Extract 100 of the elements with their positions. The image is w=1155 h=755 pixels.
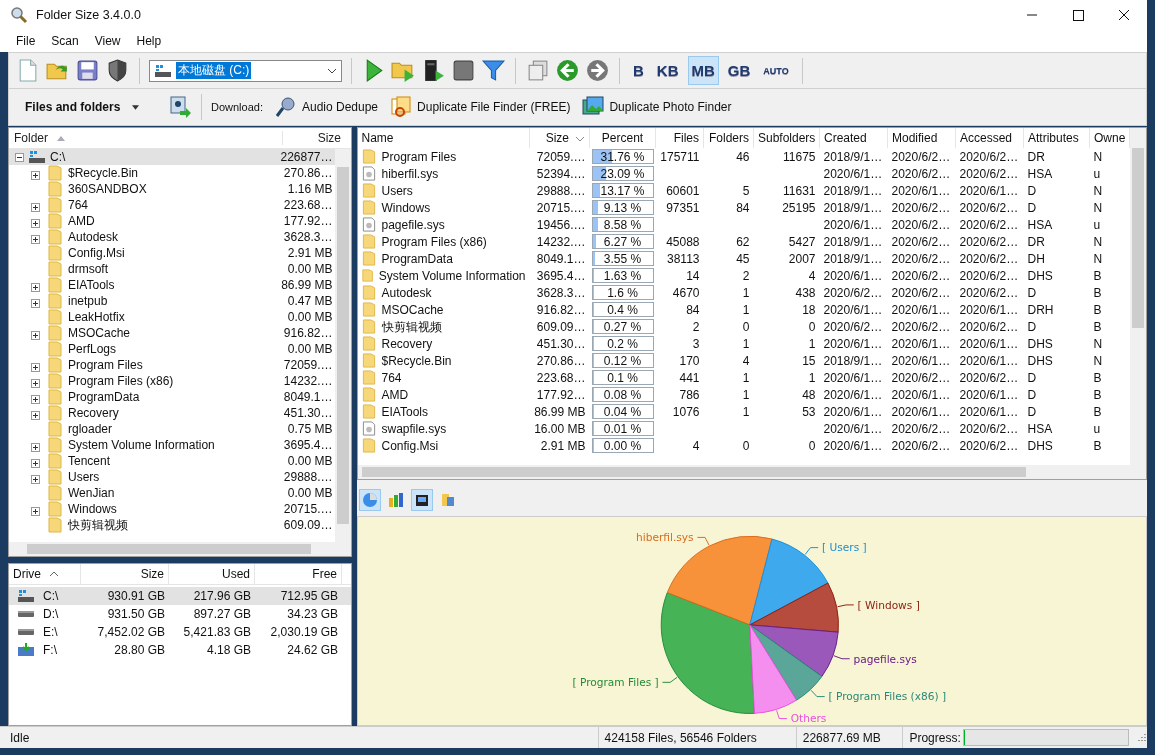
unit-button[interactable]: KB [652,56,683,85]
table-cell-text: 2020/6/2… [890,284,952,301]
table-cell-text: 24.62 GB [286,643,339,657]
column-header[interactable]: Drive [9,564,81,584]
column-header[interactable]: Created [819,128,888,148]
menu-item[interactable]: View [86,34,129,48]
expand-icon[interactable] [31,506,40,516]
stop-icon[interactable] [451,58,476,83]
expand-icon[interactable] [31,298,40,308]
tree-row[interactable]: inetpub 0.47 MB [9,293,335,309]
unit-button[interactable]: B [629,56,648,85]
unit-button[interactable]: MB [687,56,719,85]
collapse-icon[interactable] [15,152,24,162]
drive-row[interactable]: C:\ 930.91 GB 217.96 GB 712.95 GB [9,587,351,605]
tree-row[interactable]: Program Files 72059.… [9,357,335,373]
drive-icon [17,589,35,603]
vertical-scrollbar[interactable] [334,149,351,542]
column-header[interactable]: Files [655,128,704,148]
column-header[interactable]: Modified [887,128,956,148]
filter-icon[interactable] [481,58,506,83]
save-icon[interactable] [75,58,100,83]
table-cell-text: 2020/6/1… [822,403,884,420]
tree-row[interactable]: MSOCache 916.82… [9,325,335,341]
chart-view-button[interactable] [410,489,433,511]
column-header[interactable]: Folders [703,128,754,148]
tree-row[interactable]: LeakHotfix 0.00 MB [9,309,335,325]
tree-row[interactable]: Autodesk 3628.3… [9,229,335,245]
column-header[interactable]: Folder [9,131,283,145]
column-header[interactable]: Name [357,128,530,148]
expand-icon[interactable] [31,458,40,468]
expand-icon[interactable] [31,378,40,388]
column-header[interactable]: Attributes [1023,128,1090,148]
expand-icon[interactable] [31,218,40,228]
resize-grip-icon[interactable] [1135,731,1147,744]
download-link[interactable]: Audio Dedupe [274,95,385,119]
tree-row[interactable]: 360SANDBOX 1.16 MB [9,181,335,197]
column-header[interactable]: Size [529,128,590,148]
forward-icon[interactable] [585,58,610,83]
table-cell-text: 2.91 MB [539,437,587,454]
column-header[interactable]: Size [81,564,169,584]
vertical-scrollbar[interactable] [1130,128,1146,465]
expand-icon[interactable] [31,394,40,404]
menu-item[interactable]: File [8,34,44,48]
tree-row[interactable]: System Volume Information 3695.4… [9,437,335,453]
expand-icon[interactable] [31,330,40,340]
drive-row[interactable]: F:\ 28.80 GB 4.18 GB 24.62 GB [9,641,351,659]
table-cell-text: D [1026,182,1038,199]
table-cell: 2020/6/2… [955,148,1024,165]
download-link[interactable]: Duplicate File Finder (FREE) [389,95,577,119]
tree-row[interactable]: EIATools 86.99 MB [9,277,335,293]
column-header[interactable]: Owne [1089,128,1130,148]
tree-row[interactable]: Program Files (x86) 14232.… [9,373,335,389]
tree-row[interactable]: $Recycle.Bin 270.86… [9,165,335,181]
menu-item[interactable]: Help [128,34,170,48]
tree-row[interactable]: drmsoft 0.00 MB [9,261,335,277]
tree-row[interactable]: Recovery 451.30… [9,405,335,421]
column-header[interactable]: Percent [589,128,656,148]
table-cell-text: N [1092,352,1104,369]
tree-row[interactable]: Config.Msi 2.91 MB [9,245,335,261]
back-icon[interactable] [555,58,580,83]
download-link[interactable]: Duplicate Photo Finder [581,95,738,119]
expand-icon[interactable] [31,170,40,180]
tree-row[interactable]: 快剪辑视频 609.09… [9,517,335,533]
expand-icon[interactable] [31,282,40,292]
tree-row[interactable]: Windows 20715.… [9,501,335,517]
horizontal-scrollbar[interactable] [357,465,1146,479]
expand-icon[interactable] [31,442,40,452]
table-cell: 0 [742,319,750,334]
tree-row[interactable]: ProgramData 8049.1… [9,389,335,405]
view-dropdown[interactable]: Files and folders [15,100,163,114]
horizontal-scrollbar[interactable] [9,542,351,556]
report-icon[interactable] [168,95,192,119]
column-header[interactable]: Used [169,564,255,584]
table-cell: 46 [736,149,750,164]
column-header[interactable]: Free [255,564,342,584]
unit-button[interactable]: AUTO [759,59,793,82]
drive-icon [28,150,46,164]
unit-button[interactable]: GB [723,56,755,85]
menu-item[interactable]: Scan [43,34,87,48]
table-cell: N [1089,148,1130,165]
expand-icon[interactable] [31,474,40,484]
tree-row[interactable]: Users 29888.… [9,469,335,485]
column-header[interactable]: Accessed [955,128,1024,148]
tree-row[interactable]: rgloader 0.75 MB [9,421,335,437]
expand-icon[interactable] [31,202,40,212]
drive-row[interactable]: E:\ 7,452.02 GB 5,421.83 GB 2,030.19 GB [9,623,351,641]
table-cell-text: 916.82… [535,301,587,318]
expand-icon[interactable] [31,362,40,372]
expand-icon[interactable] [31,410,40,420]
path-combo-box[interactable]: 本地磁盘 (C:) [149,59,342,82]
tree-row[interactable]: C:\ 226877… [9,149,335,165]
column-header[interactable]: Subfolders [753,128,820,148]
column-header[interactable]: Size [283,131,345,145]
expand-icon[interactable] [31,234,40,244]
tree-row[interactable]: PerfLogs 0.00 MB [9,341,335,357]
tree-row[interactable]: AMD 177.92… [9,213,335,229]
tree-row[interactable]: 764 223.68… [9,197,335,213]
tree-row[interactable]: WenJian 0.00 MB [9,485,335,501]
tree-row[interactable]: Tencent 0.00 MB [9,453,335,469]
drive-row[interactable]: D:\ 931.50 GB 897.27 GB 34.23 GB [9,605,351,623]
